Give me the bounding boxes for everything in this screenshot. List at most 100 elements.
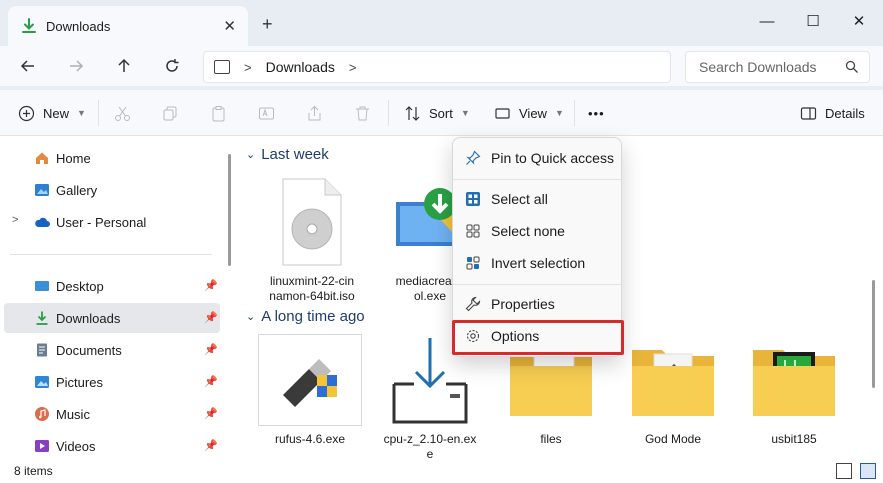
- delete-button[interactable]: [354, 102, 371, 124]
- up-button[interactable]: [110, 54, 138, 78]
- large-icons-view-icon[interactable]: [860, 463, 876, 479]
- details-button[interactable]: Details: [800, 102, 865, 124]
- pin-icon[interactable]: 📌: [204, 439, 218, 452]
- download-icon: [36, 311, 48, 325]
- details-pane-icon: [800, 106, 817, 120]
- pin-icon: [466, 150, 481, 165]
- menu-item-label: Properties: [491, 296, 555, 312]
- sidebar-item-documents[interactable]: Documents 📌: [4, 335, 220, 365]
- tab-title: Downloads: [46, 18, 111, 34]
- share-button[interactable]: [306, 102, 323, 124]
- sidebar-item-videos[interactable]: Videos 📌: [4, 431, 220, 461]
- breadcrumb-downloads[interactable]: Downloads: [266, 59, 335, 75]
- sidebar-item-gallery[interactable]: Gallery: [4, 175, 220, 205]
- sidebar-item-pictures[interactable]: Pictures 📌: [4, 367, 220, 397]
- menu-item-invert-selection[interactable]: Invert selection: [457, 249, 617, 277]
- file-item-linuxmint[interactable]: linuxmint-22-cin namon-64bit.iso: [260, 176, 364, 304]
- menu-item-pin-to-quick-access[interactable]: Pin to Quick access: [457, 144, 617, 172]
- back-button[interactable]: [14, 54, 42, 78]
- forward-button[interactable]: [62, 54, 90, 78]
- chevron-right-icon[interactable]: >: [244, 60, 252, 75]
- chevron-right-icon[interactable]: >: [349, 60, 357, 75]
- monitor-icon: [214, 60, 230, 74]
- chevron-down-icon: ▼: [77, 108, 86, 118]
- menu-item-options[interactable]: Options: [457, 322, 617, 350]
- file-name: linuxmint-22-cin namon-64bit.iso: [260, 274, 364, 304]
- group-header-a-long-time-ago[interactable]: ⌄ A long time ago: [246, 308, 365, 325]
- paste-button[interactable]: [210, 102, 227, 124]
- refresh-button[interactable]: [158, 54, 186, 78]
- sidebar-scrollbar[interactable]: [228, 154, 231, 266]
- folder-item-god-mode[interactable]: God Mode: [621, 334, 725, 447]
- select-none-icon: [466, 224, 480, 238]
- search-input[interactable]: Search Downloads: [685, 51, 870, 83]
- minimize-button[interactable]: —: [744, 6, 790, 36]
- video-icon: [35, 440, 49, 452]
- menu-separator: [453, 284, 621, 285]
- item-count: 8 items: [14, 464, 53, 478]
- chevron-down-icon: ▼: [554, 108, 564, 118]
- close-window-button[interactable]: ✕: [836, 6, 882, 36]
- pin-icon[interactable]: 📌: [204, 311, 218, 324]
- tab-downloads[interactable]: Downloads ✕: [8, 6, 248, 46]
- title-bar: Downloads ✕ + — ☐ ✕: [0, 0, 883, 46]
- menu-item-properties[interactable]: Properties: [457, 290, 617, 318]
- pictures-icon: [35, 376, 49, 388]
- download-icon: [22, 18, 36, 33]
- desktop-icon: [35, 281, 49, 291]
- disc-image-icon: [282, 178, 342, 266]
- home-icon: [36, 152, 48, 164]
- menu-item-select-none[interactable]: Select none: [457, 217, 617, 245]
- sidebar-divider: [10, 254, 212, 255]
- sort-icon: [405, 105, 420, 121]
- file-name: rufus-4.6.exe: [274, 432, 346, 446]
- file-name: God Mode: [644, 432, 702, 446]
- pin-icon[interactable]: 📌: [204, 343, 218, 356]
- sidebar-item-music[interactable]: Music 📌: [4, 399, 220, 429]
- music-icon: [35, 407, 49, 421]
- rename-button[interactable]: [258, 102, 275, 124]
- chevron-down-icon: ⌄: [246, 311, 256, 323]
- cut-button[interactable]: [114, 102, 131, 124]
- view-button[interactable]: View ▼: [494, 102, 564, 124]
- menu-item-label: Select all: [491, 191, 548, 207]
- wrench-icon: [465, 296, 481, 312]
- more-options-button[interactable]: •••: [588, 102, 605, 124]
- back-arrow-icon: [20, 60, 34, 72]
- group-label: Last week: [261, 146, 329, 163]
- pin-icon[interactable]: 📌: [204, 407, 218, 420]
- command-bar: New ▼ Sort ▼ View ▼ ••• Details: [0, 90, 883, 136]
- file-name-line: linuxmint-22-cin: [269, 274, 355, 288]
- chevron-right-icon[interactable]: >: [12, 214, 18, 226]
- navigation-pane: Home Gallery > User - Personal Desktop 📌…: [0, 136, 222, 459]
- file-thumbnail: [742, 334, 846, 426]
- file-name-line: cpu-z_2.10-en.ex: [383, 432, 477, 446]
- maximize-button[interactable]: ☐: [790, 6, 836, 36]
- rename-icon: [259, 107, 274, 119]
- file-item-rufus[interactable]: rufus-4.6.exe: [258, 334, 362, 447]
- pin-icon[interactable]: 📌: [204, 375, 218, 388]
- sidebar-item-home[interactable]: Home: [4, 143, 220, 173]
- select-all-icon: [466, 192, 480, 206]
- content-scrollbar[interactable]: [872, 280, 875, 388]
- menu-item-select-all[interactable]: Select all: [457, 185, 617, 213]
- folder-item-usbit185[interactable]: usbit185: [742, 334, 846, 447]
- copy-icon: [163, 106, 177, 120]
- details-view-icon[interactable]: [836, 463, 852, 479]
- new-tab-button[interactable]: +: [262, 14, 273, 35]
- pin-icon[interactable]: 📌: [204, 279, 218, 292]
- file-name-line: ol.exe: [413, 289, 447, 303]
- close-tab-icon[interactable]: ✕: [223, 17, 236, 35]
- status-bar: 8 items: [0, 459, 883, 483]
- sidebar-item-label: Videos: [56, 438, 96, 454]
- sidebar-item-desktop[interactable]: Desktop 📌: [4, 271, 220, 301]
- sidebar-item-downloads[interactable]: Downloads 📌: [4, 303, 220, 333]
- search-placeholder: Search Downloads: [699, 59, 817, 75]
- sidebar-item-onedrive[interactable]: > User - Personal: [4, 207, 220, 237]
- address-box[interactable]: > Downloads >: [203, 51, 671, 83]
- group-header-last-week[interactable]: ⌄ Last week: [246, 146, 329, 163]
- sort-button[interactable]: Sort ▼: [404, 102, 470, 124]
- copy-button[interactable]: [162, 102, 179, 124]
- new-button[interactable]: New ▼: [18, 102, 86, 124]
- refresh-icon: [166, 59, 179, 72]
